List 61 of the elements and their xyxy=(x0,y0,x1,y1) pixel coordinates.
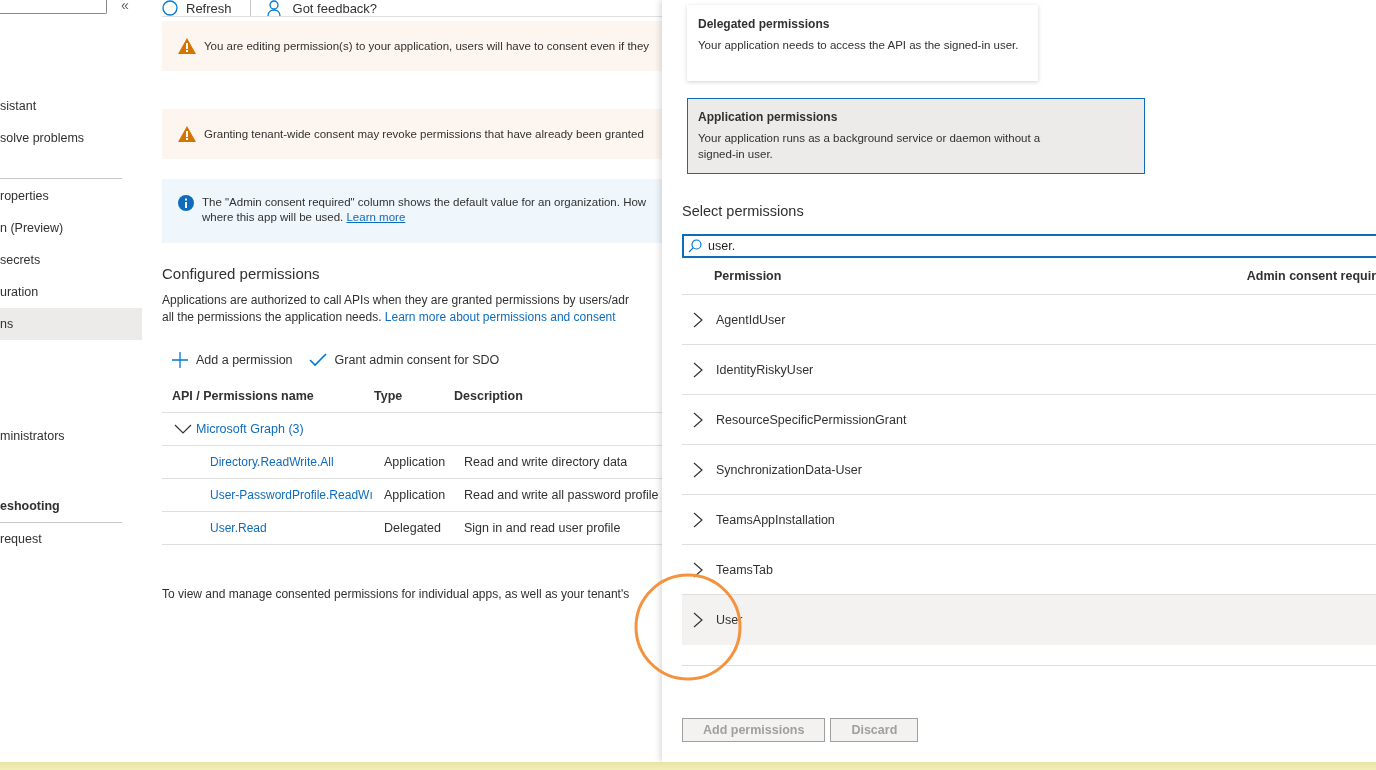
table-cell-text: Application xyxy=(384,488,447,502)
description-text: Applications are authorized to call APIs when they are granted permissions by users/adr all the permissions the application needs. Learn more about permissions and consent xyxy=(162,292,630,326)
column-header: Type xyxy=(374,389,404,403)
permission-group-row[interactable]: SynchronizationData-User xyxy=(682,445,1376,495)
search-icon xyxy=(688,239,702,253)
permission-type-card[interactable]: Application permissions Your application runs as a background service or daemon without a signed-in user. xyxy=(687,98,1145,174)
table-cell-text: Application xyxy=(384,455,447,469)
permission-link[interactable]: User-PasswordProfile.ReadWı xyxy=(210,488,373,502)
refresh-icon xyxy=(162,0,178,16)
feedback-button[interactable]: Got feedback? xyxy=(249,0,378,16)
api-group-toggle[interactable]: Microsoft Graph (3) xyxy=(174,422,304,436)
nav-item[interactable]: solve problems xyxy=(0,122,122,154)
permission-link[interactable]: Directory.ReadWrite.All xyxy=(210,455,334,469)
warning-icon xyxy=(178,126,196,142)
plus-icon xyxy=(172,352,188,368)
table-cell-text: Read and write all password profile xyxy=(464,488,660,502)
chevron-icon xyxy=(693,311,703,328)
nav-item[interactable]: roperties xyxy=(0,180,142,212)
nav-item[interactable]: sistant xyxy=(0,90,122,122)
nav-item[interactable]: n (Preview) xyxy=(0,212,142,244)
column-header: Permission xyxy=(714,269,782,283)
table-cell-text: Read and write directory data xyxy=(464,455,629,469)
check-icon xyxy=(308,353,327,367)
footer-text: To view and manage consented permissions for individual apps, as well as your tenant's xyxy=(162,587,631,601)
permission-group-row[interactable]: IdentityRiskyUser xyxy=(682,345,1376,395)
info-icon xyxy=(178,195,194,211)
section-title: Select permissions xyxy=(682,203,805,219)
column-header: Admin consent requir xyxy=(1246,269,1376,283)
warning-text: Granting tenant-wide consent may revoke permissions that have already been granted xyxy=(204,126,644,142)
search-field[interactable] xyxy=(0,0,107,14)
nav-item[interactable]: uration xyxy=(0,276,142,308)
search-field[interactable]: user. xyxy=(682,234,1376,258)
section-title: Configured permissions xyxy=(162,265,321,282)
add-permission-button[interactable]: Add a permission xyxy=(172,352,293,368)
nav-item[interactable]: ministrators xyxy=(0,420,122,452)
table-cell-text: Sign in and read user profile xyxy=(464,521,622,535)
chevron-icon xyxy=(693,511,703,528)
permission-type-card[interactable]: Delegated permissions Your application needs to access the API as the signed-in user. xyxy=(687,5,1038,81)
section-heading: eshooting xyxy=(0,498,61,515)
column-header: Description xyxy=(454,389,524,403)
nav-item[interactable]: secrets xyxy=(0,244,142,276)
chevron-icon xyxy=(693,461,703,478)
permission-group-row[interactable]: ResourceSpecificPermissionGrant xyxy=(682,395,1376,445)
grant-consent-button[interactable]: Grant admin consent for SDO xyxy=(308,352,500,368)
nav-item[interactable]: ns xyxy=(0,308,142,340)
chevron-icon xyxy=(693,411,703,428)
nav-item[interactable]: request xyxy=(0,523,122,555)
warning-icon xyxy=(178,38,196,54)
info-text: The "Admin consent required" column shows the default value for an organization. How where this app will be used. Learn more xyxy=(202,195,647,225)
learn-more-link[interactable]: Learn more about permissions and consent xyxy=(384,310,616,324)
refresh-button[interactable]: Refresh xyxy=(162,0,232,16)
permission-group-row[interactable]: TeamsAppInstallation xyxy=(682,495,1376,545)
learn-more-link[interactable]: Learn more xyxy=(346,211,406,223)
chevron-icon xyxy=(693,612,703,628)
chevron-icon xyxy=(693,361,703,378)
permission-link[interactable]: User.Read xyxy=(210,521,267,535)
column-header: API / Permissions name xyxy=(172,389,315,403)
permission-group-row[interactable]: AgentIdUser xyxy=(682,295,1376,345)
table-cell-text: Delegated xyxy=(384,521,442,535)
warning-text: You are editing permission(s) to your application, users will have to consent even if they xyxy=(204,38,650,54)
collapse-button[interactable]: « xyxy=(121,0,129,10)
